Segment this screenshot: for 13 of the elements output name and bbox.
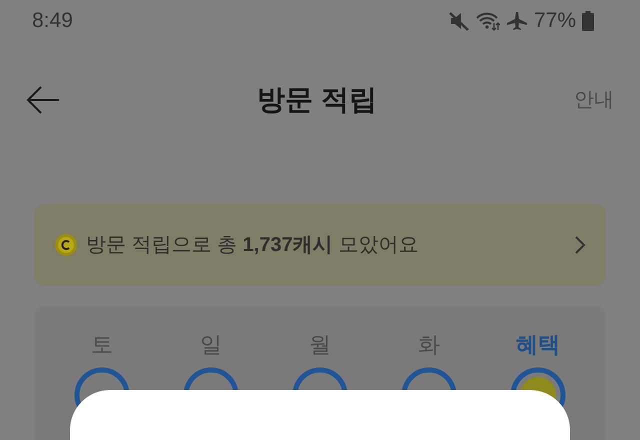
chevron-right-icon (574, 235, 586, 255)
wifi-icon (476, 11, 500, 31)
day-label: 혜택 (516, 331, 560, 359)
back-arrow-icon[interactable] (26, 85, 60, 115)
airplane-icon (506, 11, 528, 31)
battery-percent: 77% (534, 8, 576, 34)
summary-banner[interactable]: 방문 적립으로 총 1,737캐시 모았어요 (34, 204, 606, 286)
summary-text: 방문 적립으로 총 1,737캐시 모았어요 (86, 233, 420, 258)
mute-icon (448, 11, 470, 31)
page-title: 방문 적립 (257, 83, 377, 117)
battery-icon (582, 11, 594, 31)
coin-icon (54, 233, 78, 257)
status-time: 8:49 (32, 8, 73, 34)
